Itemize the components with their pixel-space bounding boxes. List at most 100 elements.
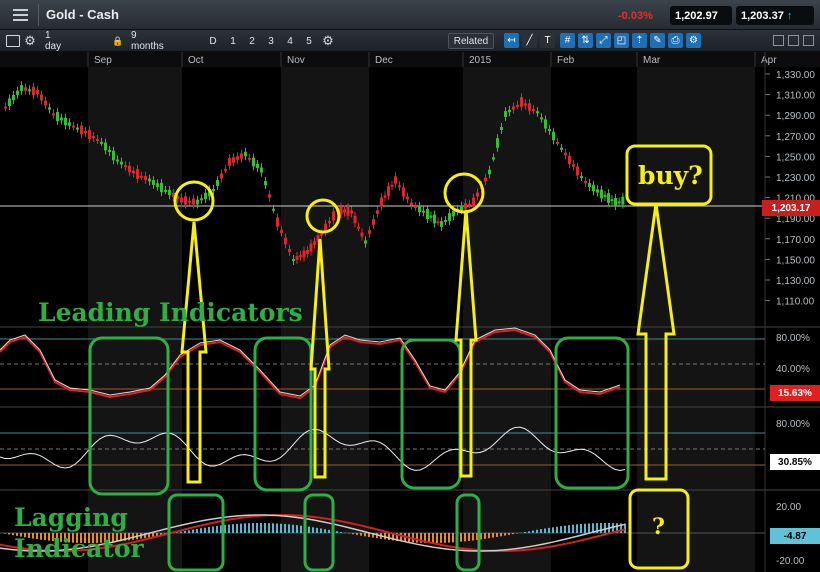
shape-tool-icon[interactable]: ◰ [614, 33, 629, 48]
candle-body [184, 196, 187, 205]
leading-indicators-label: Leading Indicators [38, 298, 303, 327]
crosshair-tool-icon[interactable]: ↤ [504, 33, 519, 48]
candle-body [180, 197, 183, 203]
minimize-icon[interactable] [773, 35, 784, 46]
buy-price-button[interactable]: 1,203.37 ↑ [736, 6, 814, 25]
buy-question-label: buy? [638, 161, 703, 190]
candle-body [394, 176, 397, 184]
macd-histogram-bar [468, 533, 470, 541]
period-button-1[interactable]: 1 [226, 30, 240, 52]
candle-body [500, 127, 503, 130]
menu-icon[interactable] [6, 4, 34, 26]
month-label: Dec [375, 55, 393, 66]
candle-body [460, 205, 463, 211]
candle-body [204, 192, 207, 200]
candle-body [192, 198, 195, 205]
candle-body [108, 150, 111, 153]
candle-body [548, 129, 551, 132]
price-tick-label: 1,310.00 [776, 91, 815, 102]
settings-gear-icon[interactable]: ⚙ [22, 30, 38, 52]
candle-body [64, 117, 67, 126]
candle-body [536, 111, 539, 114]
period-button-5[interactable]: 5 [302, 30, 316, 52]
macd-histogram-bar [584, 523, 586, 533]
up-arrow [180, 221, 208, 484]
text-tool-icon[interactable]: T [540, 33, 555, 48]
macd-histogram-bar [576, 524, 578, 533]
candle-body [140, 175, 143, 178]
macd-histogram-bar [508, 533, 510, 535]
period-button-2[interactable]: 2 [245, 30, 259, 52]
candle-body [292, 258, 295, 262]
candle-body [264, 180, 267, 186]
macd-histogram-bar [196, 528, 198, 533]
related-button[interactable]: Related [448, 33, 494, 49]
macd-histogram-bar [488, 533, 490, 539]
candle-body [360, 232, 364, 237]
leading-highlight-box [400, 338, 462, 490]
print-tool-icon[interactable]: ⎙ [668, 33, 683, 48]
period-settings-gear-icon[interactable]: ⚙ [320, 30, 336, 52]
macd-histogram-bar [356, 533, 358, 535]
candle-body [332, 211, 335, 221]
lagging-indicator-label: Lagging Indicator [14, 502, 144, 564]
macd-histogram-bar [588, 523, 590, 533]
close-icon[interactable] [803, 35, 814, 46]
maximize-icon[interactable] [788, 35, 799, 46]
candle-body [444, 219, 447, 222]
chart-type-button[interactable] [4, 30, 22, 52]
candle-body [440, 221, 443, 227]
fib-tool-icon[interactable]: ⤢ [596, 33, 611, 48]
arrow-tool-icon[interactable]: ⇡ [632, 33, 647, 48]
candle-body [544, 119, 547, 129]
macd-histogram-bar [336, 531, 338, 533]
macd-histogram-bar [416, 533, 418, 543]
candle-body [346, 207, 350, 216]
macd-histogram-bar [436, 533, 438, 543]
current-price-tag: 1,203.17 [762, 200, 820, 216]
macd-histogram-bar [600, 523, 602, 533]
period-button-D[interactable]: D [206, 30, 220, 52]
candle-body [248, 157, 251, 160]
candle-body [240, 153, 243, 159]
month-band [463, 52, 551, 572]
candle-body [422, 210, 425, 213]
candle-body [52, 113, 55, 116]
sell-price-button[interactable]: 1,202.97 [670, 6, 732, 25]
macd-histogram-bar [440, 533, 442, 543]
candle-body [560, 147, 563, 150]
macd-histogram-bar [276, 523, 278, 533]
candle-body [306, 250, 309, 254]
macd-histogram-bar [208, 527, 210, 533]
candle-body [610, 199, 614, 202]
range-select[interactable]: 9 months [128, 30, 174, 52]
candle-body [160, 182, 163, 193]
candle-body [188, 200, 191, 203]
candle-body [572, 164, 575, 167]
candle-body [112, 150, 115, 161]
candle-body [88, 130, 91, 139]
bid-price: 1,202.97 [675, 9, 718, 22]
grid-tool-icon[interactable]: # [560, 33, 575, 48]
candle-body [528, 103, 531, 111]
line-tool-icon[interactable]: ╱ [522, 33, 537, 48]
candle-body [48, 107, 51, 110]
period-button-4[interactable]: 4 [283, 30, 297, 52]
settings-tool-icon[interactable]: ⚙ [686, 33, 701, 48]
osc1-tick-label: 40.00% [776, 364, 810, 375]
candle-body [350, 210, 353, 214]
candle-body [402, 187, 405, 197]
candle-tool-icon[interactable]: ⇅ [578, 33, 593, 48]
macd-histogram-bar [364, 533, 366, 537]
interval-select[interactable]: 1 day [42, 30, 72, 52]
period-button-3[interactable]: 3 [264, 30, 278, 52]
lagging-label-line1: Lagging [14, 503, 128, 532]
candle-body [390, 184, 394, 187]
indicator-tool-icon[interactable]: ✎ [650, 33, 665, 48]
month-label: Oct [188, 55, 204, 66]
macd-histogram-bar [260, 523, 262, 533]
candle-body [468, 203, 471, 206]
chart-type-icon [6, 35, 20, 47]
candle-body [552, 131, 555, 141]
macd-histogram-bar [324, 529, 326, 533]
